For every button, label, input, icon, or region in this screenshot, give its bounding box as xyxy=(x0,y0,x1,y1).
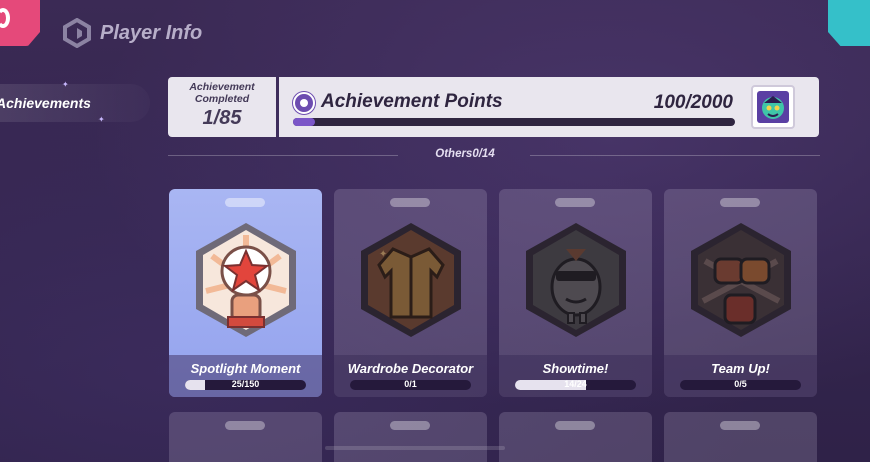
sunglasses-character-icon xyxy=(526,223,626,337)
achievement-progress-text: 0/5 xyxy=(734,379,747,389)
sparkle-icon: ✦ xyxy=(62,80,69,89)
header: Player Info xyxy=(62,18,202,48)
reward-badge-button[interactable] xyxy=(751,85,795,129)
card-tab xyxy=(225,198,265,207)
points-progress-bar xyxy=(293,118,735,126)
star-fist-icon xyxy=(196,223,296,337)
achievement-progress-text: 14/24 xyxy=(564,379,587,389)
achievement-card[interactable] xyxy=(499,412,652,462)
divider xyxy=(168,155,398,156)
game-logo-icon xyxy=(63,18,91,48)
achievement-completed-panel: Achievement Completed 1/85 xyxy=(168,77,276,137)
achievement-card-team-up[interactable]: Team Up! 0/5 xyxy=(664,189,817,397)
card-tab xyxy=(390,198,430,207)
svg-text:✦: ✦ xyxy=(379,249,387,260)
card-tab xyxy=(720,198,760,207)
points-value: 100/2000 xyxy=(653,92,733,113)
achievement-progress-text: 25/150 xyxy=(231,379,260,389)
card-tab xyxy=(225,421,265,430)
achievement-card[interactable] xyxy=(334,412,487,462)
scrollbar[interactable] xyxy=(325,446,505,450)
sidebar-item-label: Achievements xyxy=(0,95,91,111)
points-label: Achievement Points xyxy=(321,91,503,112)
card-tab xyxy=(390,421,430,430)
achievement-progress-text: 0/1 xyxy=(404,379,417,389)
back-icon xyxy=(0,8,10,28)
points-progress-fill xyxy=(293,118,316,126)
section-title: Others0/14 xyxy=(435,148,495,160)
completed-label: Achievement Completed xyxy=(189,81,255,105)
sparkle-icon: ✦ xyxy=(98,115,105,124)
achievement-card[interactable] xyxy=(169,412,322,462)
back-button[interactable] xyxy=(0,0,40,46)
achievement-card-spotlight-moment[interactable]: Spotlight Moment 25/150 xyxy=(169,189,322,397)
achievement-card-wardrobe-decorator[interactable]: ✦ Wardrobe Decorator 0/1 xyxy=(334,189,487,397)
page-title: Player Info xyxy=(100,21,203,44)
achievement-name: Wardrobe Decorator xyxy=(347,361,474,376)
achievement-name: Team Up! xyxy=(711,361,770,376)
card-tab xyxy=(555,198,595,207)
achievement-name: Showtime! xyxy=(542,361,609,376)
completed-value: 1/85 xyxy=(202,107,242,129)
menu-button[interactable] xyxy=(828,0,870,46)
achievement-points-panel: Achievement Points 100/2000 xyxy=(279,77,819,137)
achievement-card-showtime[interactable]: Showtime! 14/24 xyxy=(499,189,652,397)
sidebar-item-achievements[interactable]: Achievements xyxy=(0,84,150,122)
achievement-card[interactable] xyxy=(664,412,817,462)
card-tab xyxy=(555,421,595,430)
divider xyxy=(530,155,820,156)
fist-bump-icon xyxy=(691,223,791,337)
points-icon xyxy=(293,92,315,114)
reward-mascot-icon xyxy=(757,91,789,123)
jacket-icon: ✦ xyxy=(361,223,461,337)
card-tab xyxy=(720,421,760,430)
achievement-name: Spotlight Moment xyxy=(190,361,301,376)
